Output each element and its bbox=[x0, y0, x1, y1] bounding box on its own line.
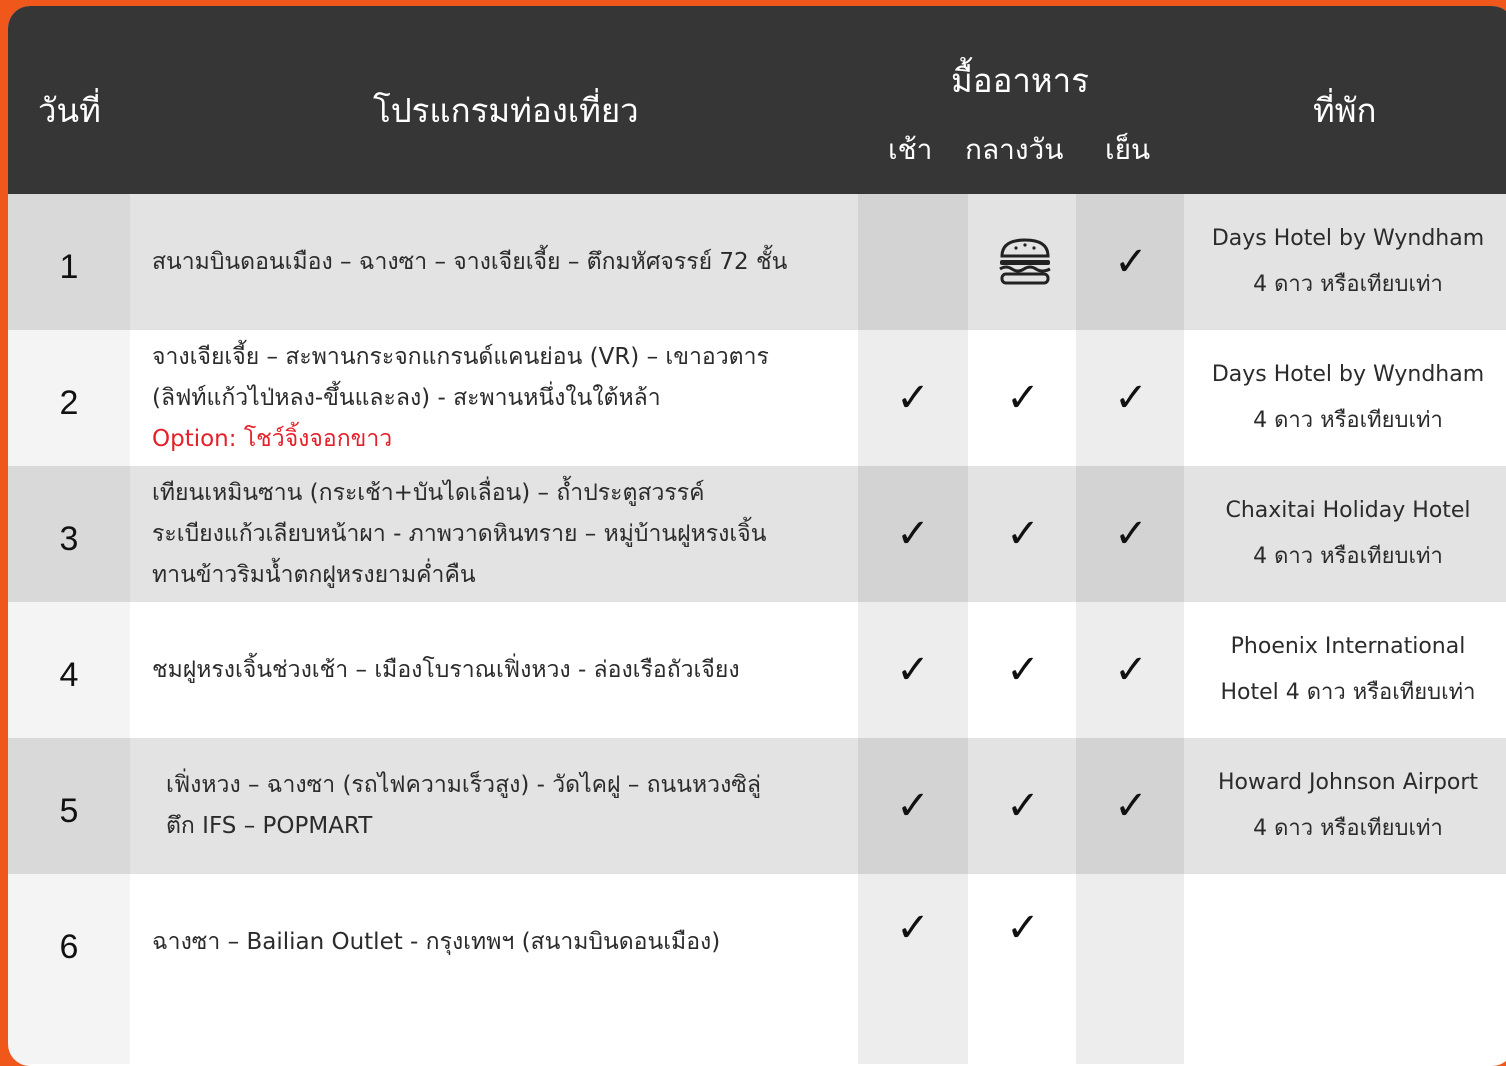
program-line: เฟิ่งหวง – ฉางซา (รถไฟความเร็วสูง) - วัด… bbox=[166, 772, 762, 798]
program-line: สนามบินดอนเมือง – ฉางซา – จางเจียเจี้ย –… bbox=[152, 248, 788, 275]
day-column-header: วันที่ bbox=[38, 91, 101, 130]
lunch-check-icon: ✓ bbox=[1006, 375, 1040, 421]
breakfast-check-icon: ✓ bbox=[896, 375, 930, 421]
program-line: ตึก IFS – POPMART bbox=[166, 813, 373, 839]
hotel-line: Chaxitai Holiday Hotel bbox=[1225, 498, 1471, 523]
day-number: 3 bbox=[59, 520, 79, 558]
breakfast-check-icon: ✓ bbox=[896, 783, 930, 829]
dinner-check-icon: ✓ bbox=[1114, 647, 1148, 693]
hotel-name: Phoenix International Hotel 4 ดาว หรือเที… bbox=[1184, 624, 1506, 716]
day-number: 6 bbox=[59, 928, 79, 966]
lunch-check-icon: ✓ bbox=[1006, 905, 1040, 951]
lunch-check-icon: ✓ bbox=[1006, 647, 1040, 693]
program-line: เทียนเหมินซาน (กระเช้า+บันไดเลื่อน) – ถ้… bbox=[152, 479, 705, 506]
program-column-header: โปรแกรมท่องเที่ยว bbox=[373, 91, 639, 130]
breakfast-column-header: เช้า bbox=[888, 133, 933, 166]
hotel-name: Chaxitai Holiday Hotel 4 ดาว หรือเทียบเท่… bbox=[1184, 488, 1506, 580]
program-description: เฟิ่งหวง – ฉางซา (รถไฟความเร็วสูง) - วัด… bbox=[166, 765, 866, 847]
program-line: (ลิฟท์แก้วไป่หลง-ขึ้นและลง) - สะพานหนึ่ง… bbox=[152, 384, 661, 411]
hotel-line: Howard Johnson Airport bbox=[1217, 770, 1479, 795]
hotel-line: 4 ดาว หรือเทียบเท่า bbox=[1253, 272, 1443, 297]
dinner-check-icon: ✓ bbox=[1114, 511, 1148, 557]
lunch-check-icon: ✓ bbox=[1006, 511, 1040, 557]
dinner-column-stripe bbox=[1076, 194, 1184, 1064]
optional-activity: Option: โชว์จิ้งจอกขาว bbox=[152, 425, 393, 452]
program-line: ระเบียงแก้วเลียบหน้าผา - ภาพวาดหินทราย –… bbox=[152, 520, 767, 547]
dinner-check-icon: ✓ bbox=[1114, 375, 1148, 421]
program-line: ทานข้าวริมน้ำตกฝูหรงยามค่ำคืน bbox=[152, 561, 476, 588]
table-header: วันที่ โปรแกรมท่องเที่ยว มื้ออาหาร เช้า … bbox=[8, 6, 1506, 194]
program-description: จางเจียเจี้ย – สะพานกระจกแกรนด์แคนย่อน (… bbox=[152, 337, 852, 460]
meals-column-header: มื้ออาหาร bbox=[951, 61, 1089, 100]
itinerary-table: วันที่ โปรแกรมท่องเที่ยว มื้ออาหาร เช้า … bbox=[8, 6, 1506, 1066]
breakfast-check-icon: ✓ bbox=[896, 647, 930, 693]
hotel-name: Days Hotel by Wyndham 4 ดาว หรือเทียบเท่า bbox=[1184, 216, 1506, 308]
breakfast-check-icon: ✓ bbox=[896, 905, 930, 951]
day-number: 2 bbox=[59, 384, 79, 422]
lunch-column-header: กลางวัน bbox=[965, 133, 1064, 166]
hotel-line: Phoenix International bbox=[1230, 634, 1466, 659]
breakfast-check-icon: ✓ bbox=[896, 511, 930, 557]
program-description: เทียนเหมินซาน (กระเช้า+บันไดเลื่อน) – ถ้… bbox=[152, 473, 852, 596]
program-description: ฉางซา – Bailian Outlet - กรุงเทพฯ (สนามบ… bbox=[152, 922, 852, 963]
program-line: ชมฝูหรงเจิ้นช่วงเช้า – เมืองโบราณเฟิ่งหว… bbox=[152, 656, 740, 683]
lunch-check-icon: ✓ bbox=[1006, 783, 1040, 829]
program-description: ชมฝูหรงเจิ้นช่วงเช้า – เมืองโบราณเฟิ่งหว… bbox=[152, 650, 852, 691]
dinner-check-icon: ✓ bbox=[1114, 239, 1148, 285]
program-line: จางเจียเจี้ย – สะพานกระจกแกรนด์แคนย่อน (… bbox=[152, 343, 769, 370]
hotel-line: Days Hotel by Wyndham bbox=[1211, 226, 1485, 251]
hotel-column-header: ที่พัก bbox=[1313, 91, 1377, 130]
hotel-line: Days Hotel by Wyndham bbox=[1211, 362, 1485, 387]
burger-icon bbox=[996, 236, 1054, 292]
hotel-line: 4 ดาว หรือเทียบเท่า bbox=[1253, 544, 1443, 569]
day-number: 4 bbox=[59, 656, 79, 694]
dinner-column-header: เย็น bbox=[1105, 133, 1151, 166]
hotel-line: Hotel 4 ดาว หรือเทียบเท่า bbox=[1220, 680, 1476, 705]
program-description: สนามบินดอนเมือง – ฉางซา – จางเจียเจี้ย –… bbox=[152, 242, 852, 283]
hotel-line: 4 ดาว หรือเทียบเท่า bbox=[1253, 816, 1443, 841]
day-number: 1 bbox=[59, 248, 79, 286]
hotel-line: 4 ดาว หรือเทียบเท่า bbox=[1253, 408, 1443, 433]
hotel-name: Days Hotel by Wyndham 4 ดาว หรือเทียบเท่า bbox=[1184, 352, 1506, 444]
day-number: 5 bbox=[59, 792, 79, 830]
hotel-name: Howard Johnson Airport 4 ดาว หรือเทียบเท่… bbox=[1184, 760, 1506, 852]
dinner-check-icon: ✓ bbox=[1114, 783, 1148, 829]
program-line: ฉางซา – Bailian Outlet - กรุงเทพฯ (สนามบ… bbox=[152, 928, 721, 955]
